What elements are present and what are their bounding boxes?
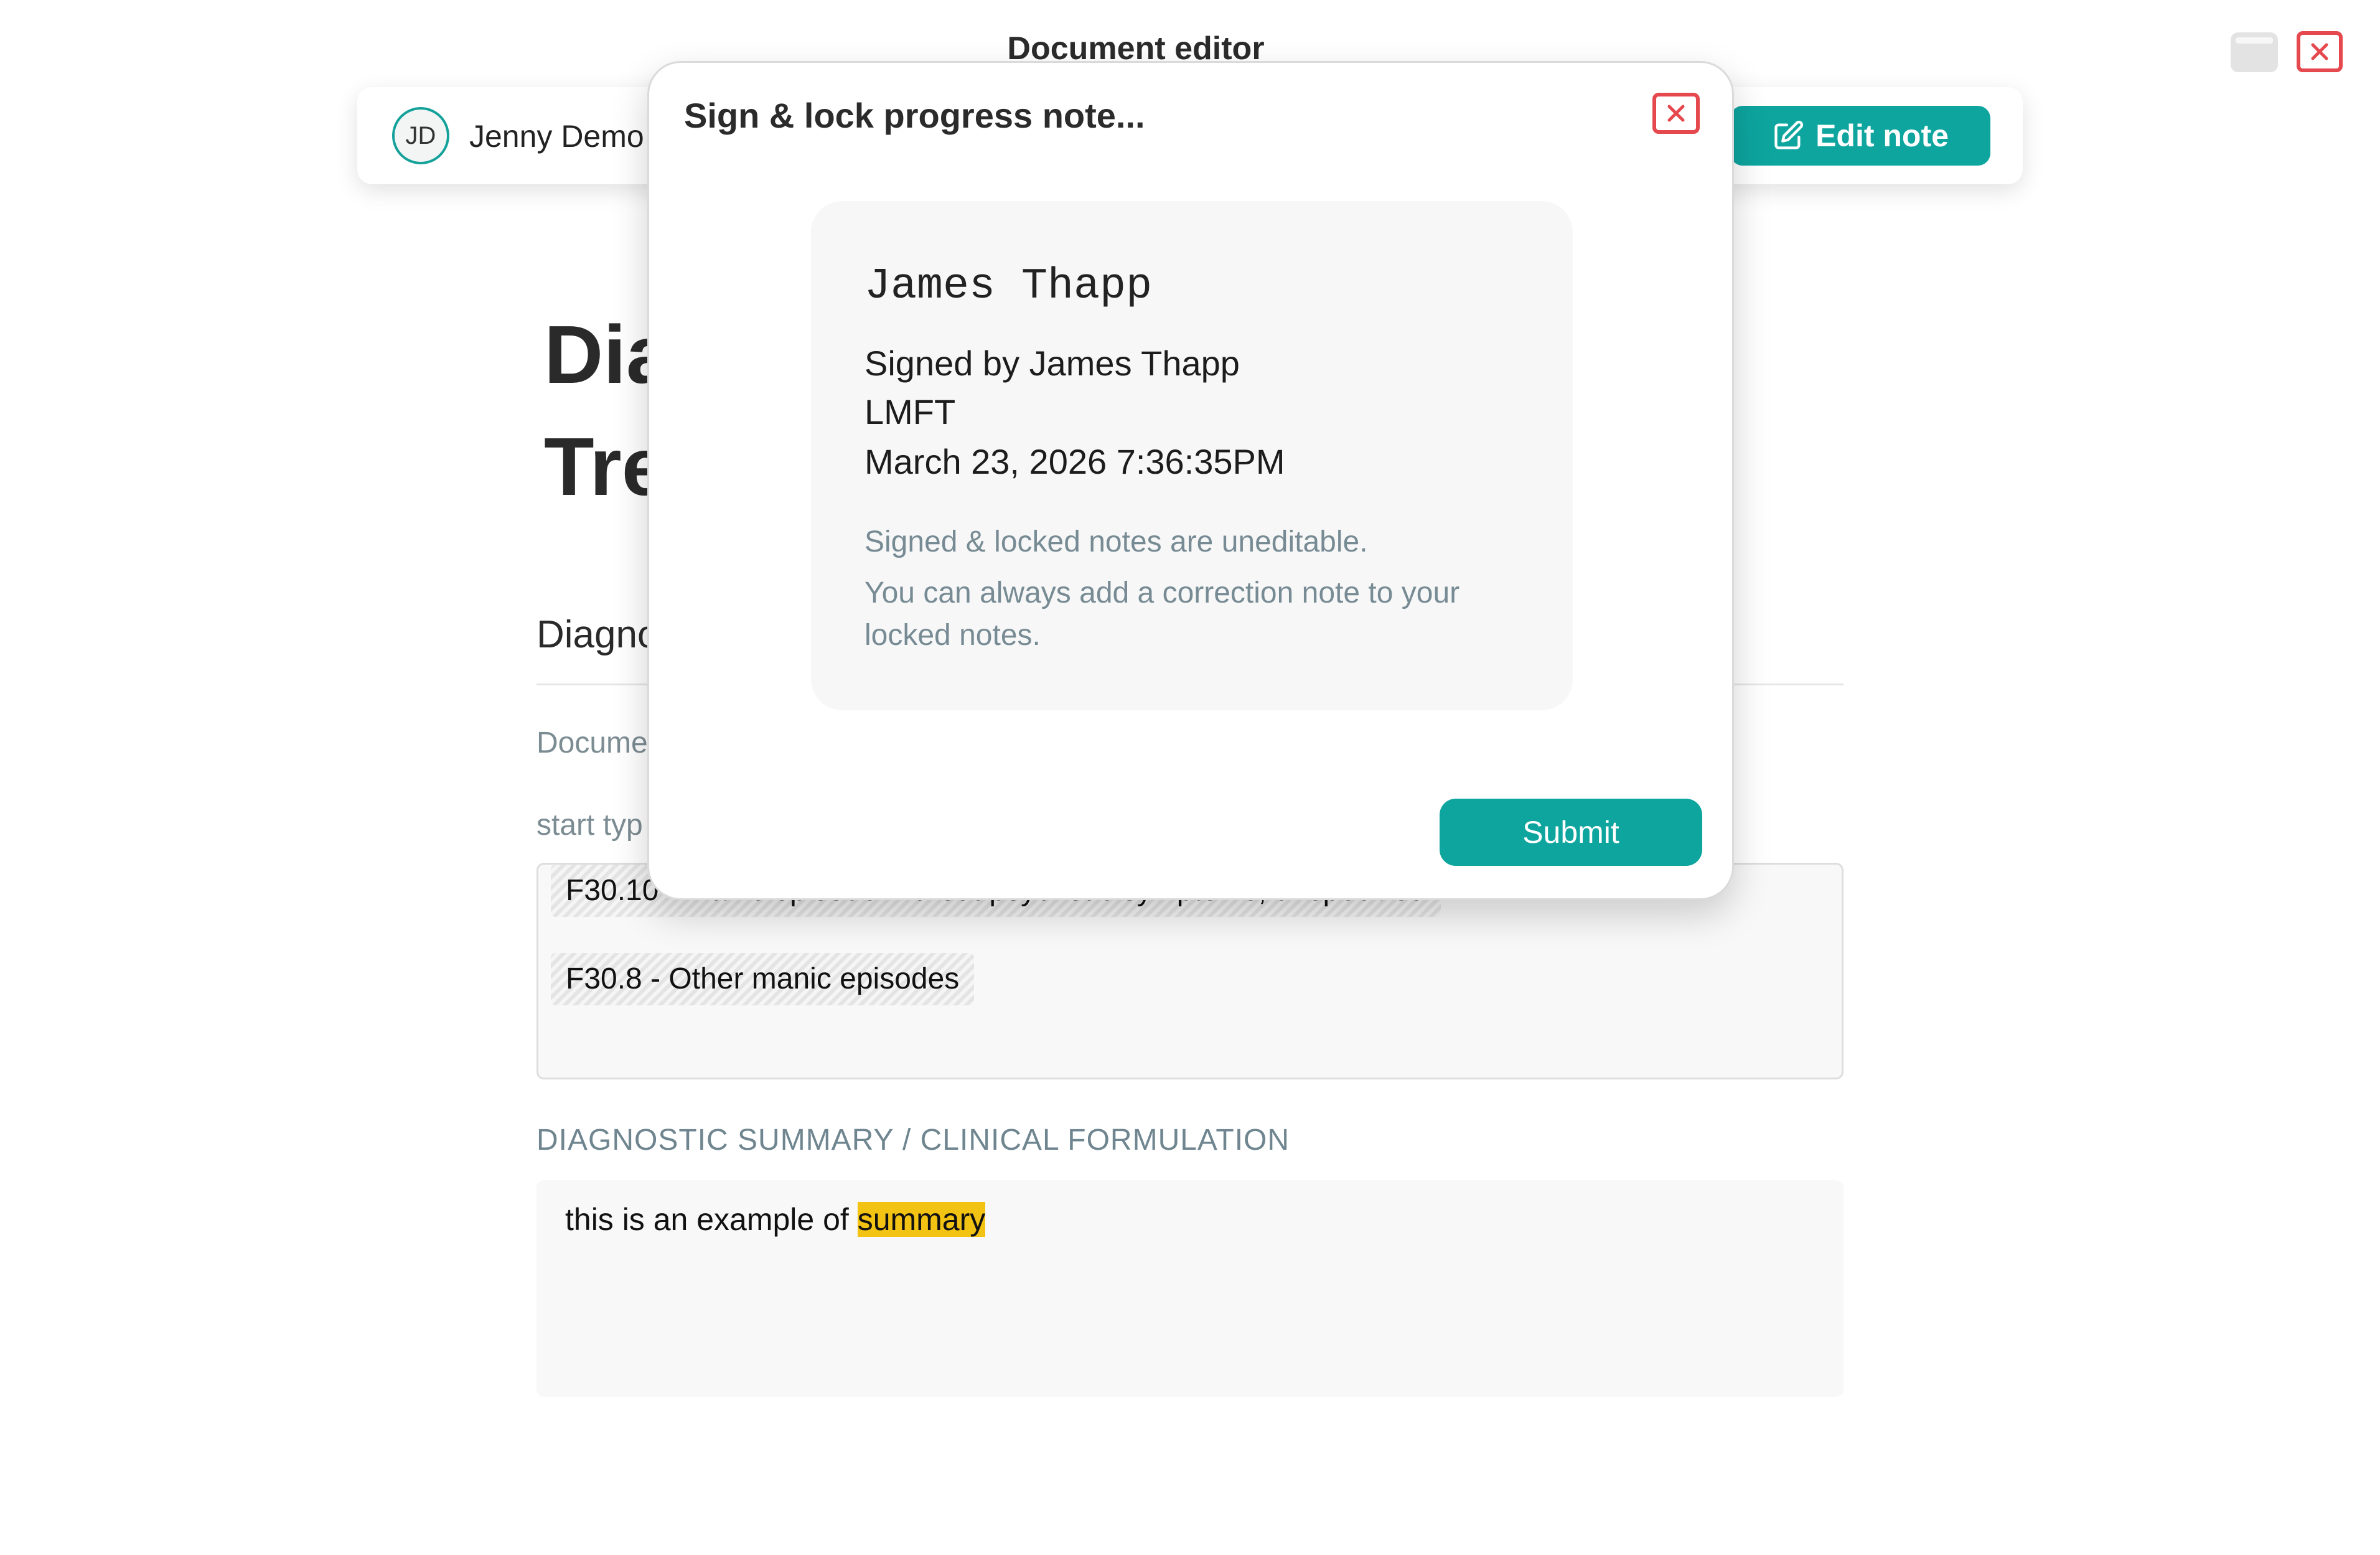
diagnosis-input-hint: start typ bbox=[536, 809, 643, 842]
submit-button[interactable]: Submit bbox=[1440, 799, 1702, 866]
close-icon bbox=[2311, 43, 2328, 60]
correction-notice-text: You can always add a correction note to … bbox=[864, 576, 1460, 652]
lock-notice-text: Signed & locked notes are uneditable. bbox=[864, 525, 1368, 558]
edit-note-label: Edit note bbox=[1815, 118, 1949, 153]
dialog-title: Sign & lock progress note... bbox=[684, 96, 1145, 135]
section-heading: Diagno bbox=[536, 613, 659, 656]
user-name: Jenny Demo bbox=[469, 119, 644, 154]
signature-script: James Thapp bbox=[864, 262, 1153, 311]
section-description: Docume bbox=[536, 726, 648, 759]
avatar[interactable]: JD bbox=[392, 107, 449, 164]
signature-card: James Thapp Signed by James Thapp LMFT M… bbox=[811, 201, 1573, 710]
credential-text: LMFT bbox=[864, 392, 956, 431]
edit-note-button[interactable]: Edit note bbox=[1730, 106, 1990, 166]
summary-text: this is an example of summary bbox=[565, 1201, 986, 1238]
summary-text-prefix: this is an example of bbox=[565, 1202, 858, 1237]
dialog-close-button[interactable] bbox=[1652, 93, 1700, 134]
close-icon bbox=[1667, 105, 1685, 122]
summary-field[interactable]: this is an example of summary bbox=[536, 1180, 1844, 1397]
edit-icon bbox=[1774, 120, 1804, 149]
window-close-button[interactable] bbox=[2297, 31, 2343, 72]
window-minimize-icon[interactable] bbox=[2231, 32, 2278, 72]
signature-timestamp: March 23, 2026 7:36:35PM bbox=[864, 442, 1285, 481]
summary-label: DIAGNOSTIC SUMMARY / CLINICAL FORMULATIO… bbox=[536, 1124, 1290, 1157]
signed-by-text: Signed by James Thapp bbox=[864, 344, 1240, 383]
app-window: Document editor JD Jenny Demo Edit note … bbox=[0, 0, 2380, 1555]
summary-highlight: summary bbox=[857, 1202, 986, 1237]
sign-lock-dialog: Sign & lock progress note... James Thapp… bbox=[647, 61, 1734, 900]
diagnosis-chip[interactable]: F30.8 - Other manic episodes bbox=[551, 953, 975, 1005]
